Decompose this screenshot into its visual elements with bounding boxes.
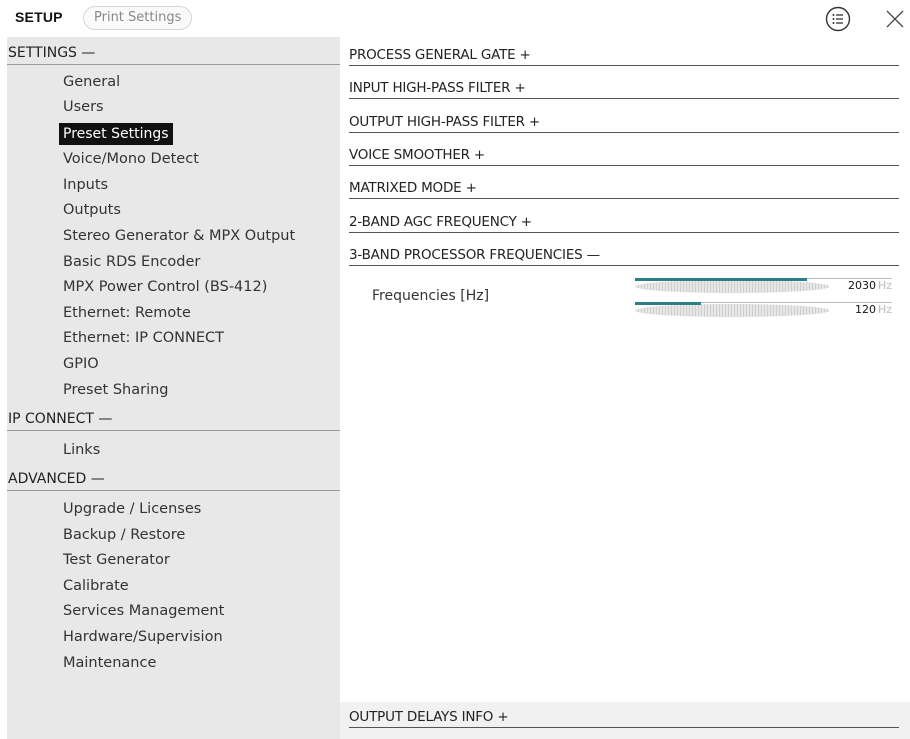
list-icon[interactable] [824, 5, 852, 33]
sidebar-item-links[interactable]: Links [63, 439, 100, 461]
main-panel: PROCESS GENERAL GATE + INPUT HIGH-PASS F… [340, 37, 910, 739]
section-input-high-pass-filter[interactable]: INPUT HIGH-PASS FILTER + [349, 73, 909, 99]
section-label: VOICE SMOOTHER + [349, 147, 486, 163]
section-label: 2-BAND AGC FREQUENCY + [349, 214, 532, 230]
section-3-band-processor-frequencies[interactable]: 3-BAND PROCESSOR FREQUENCIES — [349, 240, 909, 266]
frequency-slider-low[interactable]: 120 Hz [635, 301, 892, 319]
section-label: MATRIXED MODE + [349, 180, 477, 196]
print-settings-button[interactable]: Print Settings [83, 6, 193, 30]
section-label: OUTPUT DELAYS INFO + [349, 709, 509, 725]
slider-fill [635, 278, 807, 281]
sidebar-item-calibrate[interactable]: Calibrate [63, 575, 129, 597]
divider [349, 265, 899, 266]
slider-value: 120 [855, 303, 876, 316]
slider-unit: Hz [877, 279, 892, 292]
section-2-band-agc-frequency[interactable]: 2-BAND AGC FREQUENCY + [349, 207, 909, 233]
sidebar-section-label: SETTINGS — [8, 45, 96, 61]
top-bar: SETUP Print Settings [0, 0, 910, 37]
section-label: 3-BAND PROCESSOR FREQUENCIES — [349, 247, 600, 263]
sidebar-item-mpx-power-control[interactable]: MPX Power Control (BS-412) [63, 276, 267, 298]
divider [349, 232, 899, 233]
section-label: OUTPUT HIGH-PASS FILTER + [349, 114, 541, 130]
frequencies-label: Frequencies [Hz] [372, 288, 490, 304]
sidebar-item-users[interactable]: Users [63, 96, 104, 118]
section-process-general-gate[interactable]: PROCESS GENERAL GATE + [349, 40, 909, 66]
sidebar-item-stereo-generator[interactable]: Stereo Generator & MPX Output [63, 225, 295, 247]
sidebar-section-ip-connect[interactable]: IP CONNECT — [7, 409, 340, 431]
sidebar: SETTINGS — General Users Preset Settings… [7, 37, 340, 739]
sidebar-item-upgrade-licenses[interactable]: Upgrade / Licenses [63, 498, 201, 520]
sidebar-item-backup-restore[interactable]: Backup / Restore [63, 524, 185, 546]
divider [7, 490, 340, 491]
frequency-slider-high[interactable]: 2030 Hz [635, 277, 892, 295]
sidebar-item-basic-rds-encoder[interactable]: Basic RDS Encoder [63, 251, 200, 273]
sidebar-item-ethernet-ip-connect[interactable]: Ethernet: IP CONNECT [63, 327, 224, 349]
sidebar-section-label: ADVANCED — [8, 471, 105, 487]
section-output-delays-info[interactable]: OUTPUT DELAYS INFO + [349, 702, 909, 728]
sidebar-item-preset-settings[interactable]: Preset Settings [59, 123, 173, 145]
divider [349, 198, 899, 199]
sidebar-item-voice-mono-detect[interactable]: Voice/Mono Detect [63, 148, 199, 170]
sidebar-item-general[interactable]: General [63, 71, 120, 93]
divider [349, 132, 899, 133]
section-output-high-pass-filter[interactable]: OUTPUT HIGH-PASS FILTER + [349, 107, 909, 133]
slider-track [635, 280, 830, 293]
slider-fill [635, 302, 701, 305]
sidebar-item-preset-sharing[interactable]: Preset Sharing [63, 379, 169, 401]
section-label: INPUT HIGH-PASS FILTER + [349, 80, 526, 96]
sidebar-section-settings[interactable]: SETTINGS — [7, 43, 340, 65]
sidebar-item-inputs[interactable]: Inputs [63, 174, 108, 196]
slider-unit: Hz [877, 303, 892, 316]
divider [349, 165, 899, 166]
sidebar-item-gpio[interactable]: GPIO [63, 353, 99, 375]
divider [7, 430, 340, 431]
sidebar-item-ethernet-remote[interactable]: Ethernet: Remote [63, 302, 191, 324]
sidebar-item-hardware-supervision[interactable]: Hardware/Supervision [63, 626, 223, 648]
sidebar-item-test-generator[interactable]: Test Generator [63, 549, 170, 571]
sidebar-section-label: IP CONNECT — [8, 411, 113, 427]
divider [7, 64, 340, 65]
divider [349, 727, 899, 728]
close-icon[interactable] [884, 8, 906, 30]
sidebar-item-outputs[interactable]: Outputs [63, 199, 121, 221]
sidebar-item-services-management[interactable]: Services Management [63, 600, 224, 622]
page-title: SETUP [15, 9, 63, 25]
sidebar-item-maintenance[interactable]: Maintenance [63, 652, 156, 674]
section-label: PROCESS GENERAL GATE + [349, 47, 531, 63]
divider [349, 98, 899, 99]
slider-track [635, 304, 830, 317]
divider [349, 65, 899, 66]
sidebar-section-advanced[interactable]: ADVANCED — [7, 469, 340, 491]
slider-value: 2030 [848, 279, 876, 292]
section-matrixed-mode[interactable]: MATRIXED MODE + [349, 173, 909, 199]
section-voice-smoother[interactable]: VOICE SMOOTHER + [349, 140, 909, 166]
